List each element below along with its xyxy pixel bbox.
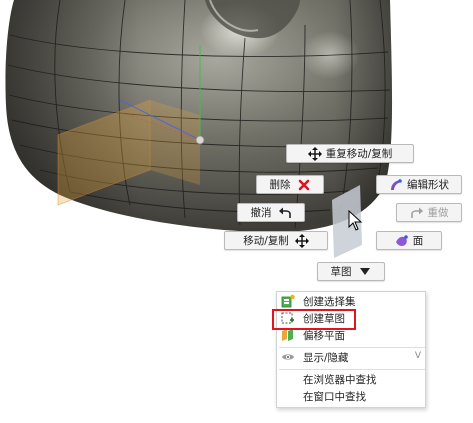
menu-item-offset-plane[interactable]: 偏移平面 <box>277 327 425 344</box>
redo-button[interactable]: 重做 <box>396 203 462 222</box>
menu-item-label: 创建草图 <box>303 313 345 325</box>
move-copy-label: 移动/复制 <box>243 235 289 247</box>
menu-item-shortcut: V <box>414 351 421 361</box>
move-arrows-icon <box>294 233 309 248</box>
repeat-move-copy-button[interactable]: 重复移动/复制 <box>286 144 414 163</box>
menu-item-create-selection-set[interactable]: 创建选择集 <box>277 293 425 310</box>
create-sketch-icon <box>281 311 295 325</box>
menu-separator <box>279 369 425 370</box>
undo-label: 撤消 <box>250 207 272 219</box>
menu-item-label: 在窗口中查找 <box>303 391 366 403</box>
move-arrows-icon <box>307 146 322 161</box>
menu-item-label: 创建选择集 <box>303 296 356 308</box>
model-body[interactable] <box>5 0 393 233</box>
edit-form-label: 编辑形状 <box>407 179 449 191</box>
face-label: 面 <box>412 235 424 247</box>
menu-item-label: 偏移平面 <box>303 330 345 342</box>
sketch-label: 草图 <box>330 266 352 278</box>
repeat-move-copy-label: 重复移动/复制 <box>325 148 393 160</box>
eye-icon <box>281 350 295 364</box>
undo-button[interactable]: 撤消 <box>237 203 305 222</box>
create-selection-set-icon <box>281 294 295 308</box>
menu-item-label: 在浏览器中查找 <box>303 374 377 386</box>
menu-item-find-in-browser[interactable]: 在浏览器中查找 <box>277 371 425 388</box>
menu-item-create-sketch[interactable]: 创建草图 <box>277 310 425 327</box>
context-menu: 创建选择集 创建草图 偏移平面 显示/隐藏 V 在浏览器中查找 在窗口中查找 <box>276 291 426 408</box>
face-button[interactable]: 面 <box>376 231 442 250</box>
undo-arrow-icon <box>278 206 292 220</box>
menu-item-show-hide[interactable]: 显示/隐藏 V <box>277 349 425 366</box>
delete-button[interactable]: 删除 <box>256 175 324 194</box>
menu-separator <box>279 347 425 348</box>
redo-label: 重做 <box>427 207 449 219</box>
menu-item-label: 显示/隐藏 <box>303 352 349 364</box>
dropdown-triangle-icon <box>358 265 372 279</box>
menu-item-find-in-window[interactable]: 在窗口中查找 <box>277 388 425 405</box>
offset-plane-icon <box>281 328 295 342</box>
move-copy-button[interactable]: 移动/复制 <box>224 231 328 250</box>
redo-arrow-icon <box>410 206 424 220</box>
edit-form-icon <box>389 178 403 192</box>
delete-x-icon <box>297 178 311 192</box>
delete-label: 删除 <box>269 179 291 191</box>
edit-form-button[interactable]: 编辑形状 <box>376 175 462 194</box>
face-icon <box>395 234 409 248</box>
sketch-dropdown-button[interactable]: 草图 <box>317 262 385 281</box>
